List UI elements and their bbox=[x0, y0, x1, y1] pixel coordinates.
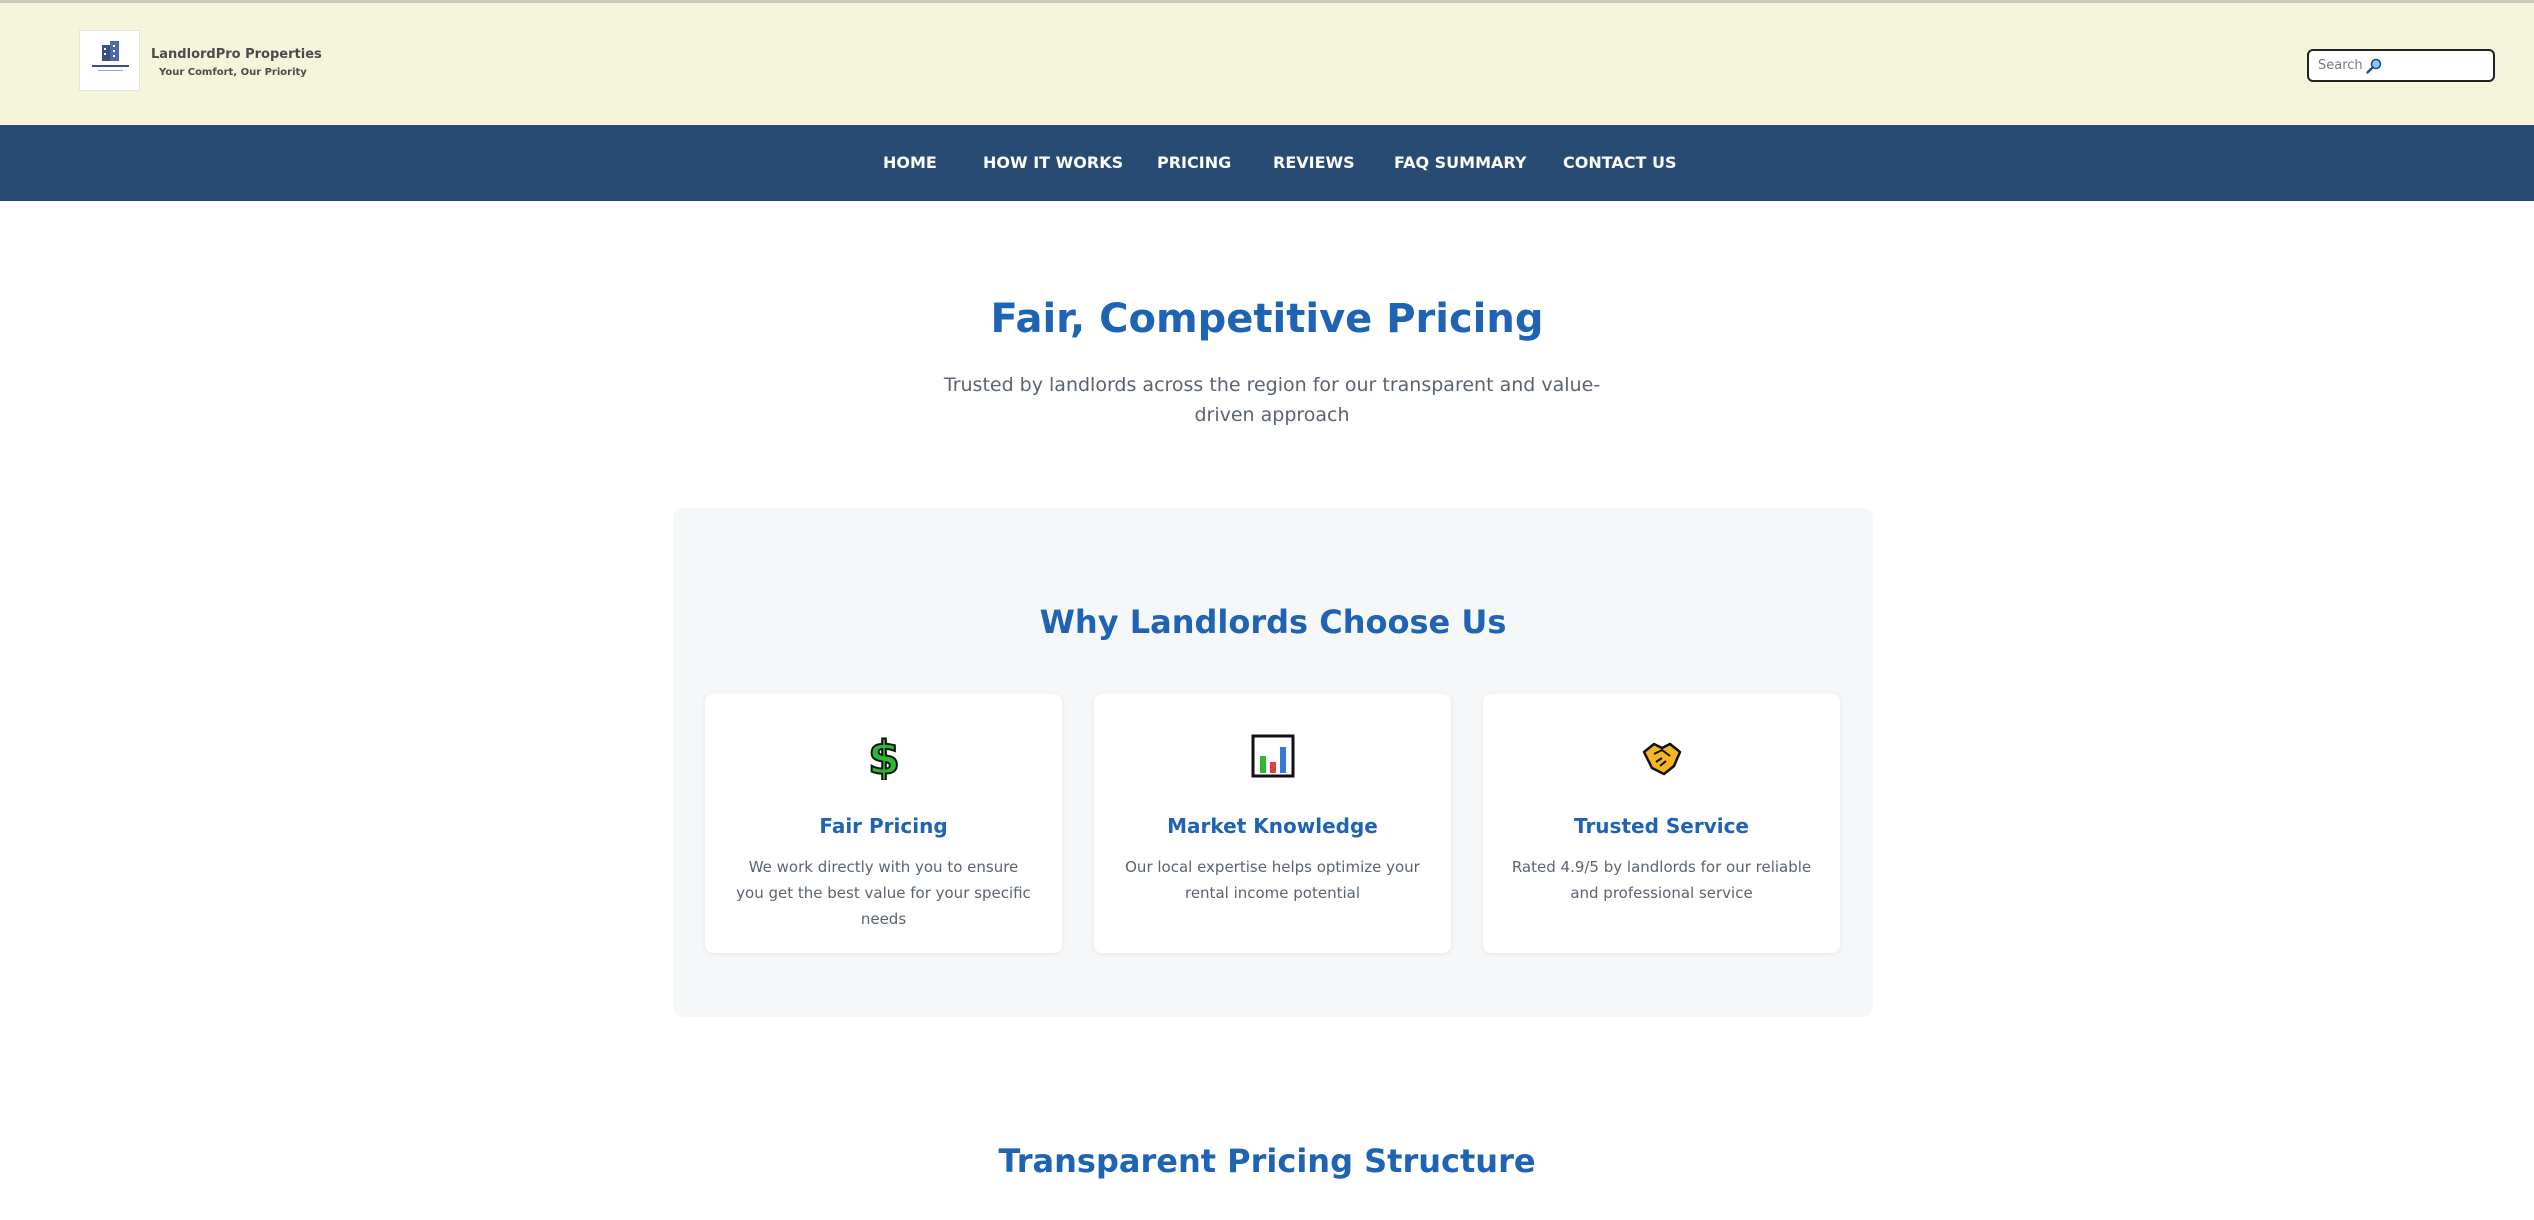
nav-how-it-works[interactable]: HOW IT WORKS bbox=[983, 153, 1123, 172]
page-subtitle: Trusted by landlords across the region f… bbox=[943, 374, 1601, 426]
card-title: Market Knowledge bbox=[1167, 814, 1378, 838]
feature-card-trusted-service: Trusted Service Rated 4.9/5 by landlords… bbox=[1483, 694, 1840, 953]
why-choose-us-section: Why Landlords Choose Us $ Fair Pricing W… bbox=[673, 508, 1873, 1017]
nav-reviews[interactable]: REVIEWS bbox=[1273, 153, 1355, 172]
nav-contact-us[interactable]: CONTACT US bbox=[1563, 153, 1677, 172]
dollar-icon: $ bbox=[862, 730, 906, 786]
page-title: Fair, Competitive Pricing bbox=[990, 296, 1544, 342]
nav-faq-summary[interactable]: FAQ SUMMARY bbox=[1394, 153, 1526, 172]
main-nav: HOME HOW IT WORKS PRICING REVIEWS FAQ SU… bbox=[0, 125, 2534, 201]
search-input[interactable]: Search bbox=[2307, 49, 2495, 82]
header: LandlordPro Properties Your Comfort, Our… bbox=[0, 0, 2534, 125]
handshake-icon bbox=[1640, 732, 1684, 780]
card-text: Rated 4.9/5 by landlords for our reliabl… bbox=[1511, 858, 1812, 902]
card-text: We work directly with you to ensure you … bbox=[736, 858, 1031, 928]
card-title: Fair Pricing bbox=[819, 814, 948, 838]
section-title: Why Landlords Choose Us bbox=[1039, 603, 1507, 641]
feature-card-market-knowledge: Market Knowledge Our local expertise hel… bbox=[1094, 694, 1451, 953]
nav-pricing[interactable]: PRICING bbox=[1157, 153, 1231, 172]
svg-text:$: $ bbox=[868, 732, 900, 780]
building-logo-icon[interactable] bbox=[79, 30, 140, 91]
search-placeholder: Search bbox=[2318, 58, 2363, 73]
magnifier-icon bbox=[2365, 57, 2383, 75]
feature-card-fair-pricing: $ Fair Pricing We work directly with you… bbox=[705, 694, 1062, 953]
bar-chart-icon bbox=[1251, 732, 1295, 780]
nav-home[interactable]: HOME bbox=[883, 153, 937, 172]
card-text: Our local expertise helps optimize your … bbox=[1125, 858, 1420, 902]
card-title: Trusted Service bbox=[1574, 814, 1749, 838]
brand-tagline: Your Comfort, Our Priority bbox=[159, 67, 307, 78]
brand-name: LandlordPro Properties bbox=[151, 47, 322, 62]
pricing-structure-title: Transparent Pricing Structure bbox=[998, 1142, 1536, 1180]
